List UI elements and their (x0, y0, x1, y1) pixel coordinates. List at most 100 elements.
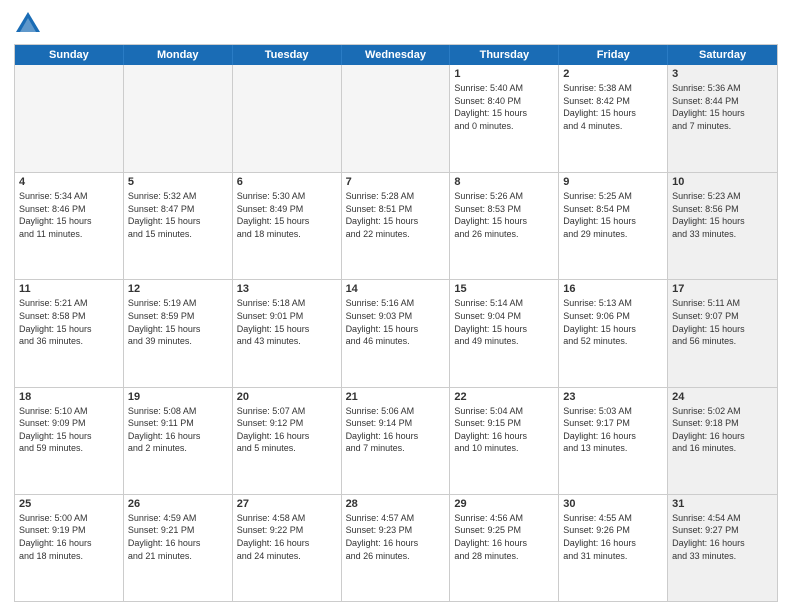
day-number: 9 (563, 176, 663, 188)
day-cell-28: 28 Sunrise: 4:57 AM Sunset: 9:23 PM Dayli… (342, 495, 451, 601)
day-cell-29: 29 Sunrise: 4:56 AM Sunset: 9:25 PM Dayli… (450, 495, 559, 601)
day-cell-11: 11 Sunrise: 5:21 AM Sunset: 8:58 PM Dayli… (15, 280, 124, 386)
day-number: 21 (346, 391, 446, 403)
day-info: Sunrise: 5:14 AM Sunset: 9:04 PM Dayligh… (454, 297, 554, 347)
calendar-row-5: 25Sunrise: 5:00 AM Sunset: 9:19 PM Dayli… (15, 494, 777, 601)
day-number: 1 (454, 68, 554, 80)
day-cell-3: 3 Sunrise: 5:36 AM Sunset: 8:44 PM Daylig… (668, 65, 777, 172)
calendar-row-3: 11 Sunrise: 5:21 AM Sunset: 8:58 PM Dayli… (15, 279, 777, 386)
day-cell-5: 5 Sunrise: 5:32 AM Sunset: 8:47 PM Daylig… (124, 173, 233, 279)
day-info: Sunrise: 5:40 AM Sunset: 8:40 PM Dayligh… (454, 82, 554, 132)
day-cell-31: 31Sunrise: 4:54 AM Sunset: 9:27 PM Dayli… (668, 495, 777, 601)
day-number: 13 (237, 283, 337, 295)
calendar-row-1: 1 Sunrise: 5:40 AM Sunset: 8:40 PM Daylig… (15, 65, 777, 172)
day-cell-8: 8Sunrise: 5:26 AM Sunset: 8:53 PM Daylig… (450, 173, 559, 279)
day-info: Sunrise: 5:10 AM Sunset: 9:09 PM Dayligh… (19, 405, 119, 455)
day-info: Sunrise: 4:54 AM Sunset: 9:27 PM Dayligh… (672, 512, 773, 562)
day-number: 24 (672, 391, 773, 403)
day-info: Sunrise: 5:06 AM Sunset: 9:14 PM Dayligh… (346, 405, 446, 455)
day-info: Sunrise: 5:30 AM Sunset: 8:49 PM Dayligh… (237, 190, 337, 240)
day-info: Sunrise: 5:13 AM Sunset: 9:06 PM Dayligh… (563, 297, 663, 347)
logo-icon (14, 10, 42, 38)
day-number: 18 (19, 391, 119, 403)
day-cell-12: 12Sunrise: 5:19 AM Sunset: 8:59 PM Dayli… (124, 280, 233, 386)
day-number: 5 (128, 176, 228, 188)
day-number: 17 (672, 283, 773, 295)
logo (14, 10, 46, 38)
day-info: Sunrise: 5:21 AM Sunset: 8:58 PM Dayligh… (19, 297, 119, 347)
calendar-header: SundayMondayTuesdayWednesdayThursdayFrid… (15, 45, 777, 65)
day-info: Sunrise: 5:03 AM Sunset: 9:17 PM Dayligh… (563, 405, 663, 455)
day-cell-23: 23 Sunrise: 5:03 AM Sunset: 9:17 PM Dayli… (559, 388, 668, 494)
weekday-header-sunday: Sunday (15, 45, 124, 65)
weekday-header-thursday: Thursday (450, 45, 559, 65)
day-cell-17: 17Sunrise: 5:11 AM Sunset: 9:07 PM Dayli… (668, 280, 777, 386)
day-number: 8 (454, 176, 554, 188)
day-cell-26: 26Sunrise: 4:59 AM Sunset: 9:21 PM Dayli… (124, 495, 233, 601)
page: SundayMondayTuesdayWednesdayThursdayFrid… (0, 0, 792, 612)
day-cell-16: 16Sunrise: 5:13 AM Sunset: 9:06 PM Dayli… (559, 280, 668, 386)
day-info: Sunrise: 5:16 AM Sunset: 9:03 PM Dayligh… (346, 297, 446, 347)
day-info: Sunrise: 4:58 AM Sunset: 9:22 PM Dayligh… (237, 512, 337, 562)
day-cell-27: 27 Sunrise: 4:58 AM Sunset: 9:22 PM Dayli… (233, 495, 342, 601)
day-number: 6 (237, 176, 337, 188)
day-info: Sunrise: 5:08 AM Sunset: 9:11 PM Dayligh… (128, 405, 228, 455)
day-info: Sunrise: 5:34 AM Sunset: 8:46 PM Dayligh… (19, 190, 119, 240)
day-cell-25: 25Sunrise: 5:00 AM Sunset: 9:19 PM Dayli… (15, 495, 124, 601)
calendar-row-4: 18 Sunrise: 5:10 AM Sunset: 9:09 PM Dayli… (15, 387, 777, 494)
day-number: 3 (672, 68, 773, 80)
day-info: Sunrise: 5:28 AM Sunset: 8:51 PM Dayligh… (346, 190, 446, 240)
day-info: Sunrise: 5:32 AM Sunset: 8:47 PM Dayligh… (128, 190, 228, 240)
day-info: Sunrise: 5:23 AM Sunset: 8:56 PM Dayligh… (672, 190, 773, 240)
day-number: 15 (454, 283, 554, 295)
calendar-body: 1 Sunrise: 5:40 AM Sunset: 8:40 PM Daylig… (15, 65, 777, 601)
empty-cell-r0c3 (342, 65, 451, 172)
day-number: 23 (563, 391, 663, 403)
day-info: Sunrise: 4:56 AM Sunset: 9:25 PM Dayligh… (454, 512, 554, 562)
day-cell-7: 7 Sunrise: 5:28 AM Sunset: 8:51 PM Daylig… (342, 173, 451, 279)
day-info: Sunrise: 5:36 AM Sunset: 8:44 PM Dayligh… (672, 82, 773, 132)
day-info: Sunrise: 5:25 AM Sunset: 8:54 PM Dayligh… (563, 190, 663, 240)
calendar-row-2: 4 Sunrise: 5:34 AM Sunset: 8:46 PM Daylig… (15, 172, 777, 279)
day-info: Sunrise: 5:07 AM Sunset: 9:12 PM Dayligh… (237, 405, 337, 455)
day-cell-20: 20 Sunrise: 5:07 AM Sunset: 9:12 PM Dayli… (233, 388, 342, 494)
day-number: 14 (346, 283, 446, 295)
day-cell-22: 22 Sunrise: 5:04 AM Sunset: 9:15 PM Dayli… (450, 388, 559, 494)
day-number: 11 (19, 283, 119, 295)
day-info: Sunrise: 5:02 AM Sunset: 9:18 PM Dayligh… (672, 405, 773, 455)
day-number: 12 (128, 283, 228, 295)
day-cell-15: 15 Sunrise: 5:14 AM Sunset: 9:04 PM Dayli… (450, 280, 559, 386)
day-info: Sunrise: 4:55 AM Sunset: 9:26 PM Dayligh… (563, 512, 663, 562)
day-cell-19: 19Sunrise: 5:08 AM Sunset: 9:11 PM Dayli… (124, 388, 233, 494)
day-number: 20 (237, 391, 337, 403)
weekday-header-friday: Friday (559, 45, 668, 65)
day-info: Sunrise: 4:59 AM Sunset: 9:21 PM Dayligh… (128, 512, 228, 562)
empty-cell-r0c1 (124, 65, 233, 172)
day-cell-18: 18 Sunrise: 5:10 AM Sunset: 9:09 PM Dayli… (15, 388, 124, 494)
empty-cell-r0c0 (15, 65, 124, 172)
day-cell-10: 10Sunrise: 5:23 AM Sunset: 8:56 PM Dayli… (668, 173, 777, 279)
day-number: 2 (563, 68, 663, 80)
day-cell-21: 21 Sunrise: 5:06 AM Sunset: 9:14 PM Dayli… (342, 388, 451, 494)
day-info: Sunrise: 5:04 AM Sunset: 9:15 PM Dayligh… (454, 405, 554, 455)
day-cell-2: 2 Sunrise: 5:38 AM Sunset: 8:42 PM Daylig… (559, 65, 668, 172)
day-number: 29 (454, 498, 554, 510)
day-number: 4 (19, 176, 119, 188)
day-number: 25 (19, 498, 119, 510)
weekday-header-saturday: Saturday (668, 45, 777, 65)
weekday-header-tuesday: Tuesday (233, 45, 342, 65)
day-info: Sunrise: 5:38 AM Sunset: 8:42 PM Dayligh… (563, 82, 663, 132)
header (14, 10, 778, 38)
day-number: 27 (237, 498, 337, 510)
day-cell-30: 30 Sunrise: 4:55 AM Sunset: 9:26 PM Dayli… (559, 495, 668, 601)
day-info: Sunrise: 4:57 AM Sunset: 9:23 PM Dayligh… (346, 512, 446, 562)
day-number: 30 (563, 498, 663, 510)
weekday-header-wednesday: Wednesday (342, 45, 451, 65)
day-number: 28 (346, 498, 446, 510)
day-cell-13: 13 Sunrise: 5:18 AM Sunset: 9:01 PM Dayli… (233, 280, 342, 386)
day-number: 7 (346, 176, 446, 188)
calendar: SundayMondayTuesdayWednesdayThursdayFrid… (14, 44, 778, 602)
day-info: Sunrise: 5:18 AM Sunset: 9:01 PM Dayligh… (237, 297, 337, 347)
day-number: 22 (454, 391, 554, 403)
day-cell-14: 14 Sunrise: 5:16 AM Sunset: 9:03 PM Dayli… (342, 280, 451, 386)
